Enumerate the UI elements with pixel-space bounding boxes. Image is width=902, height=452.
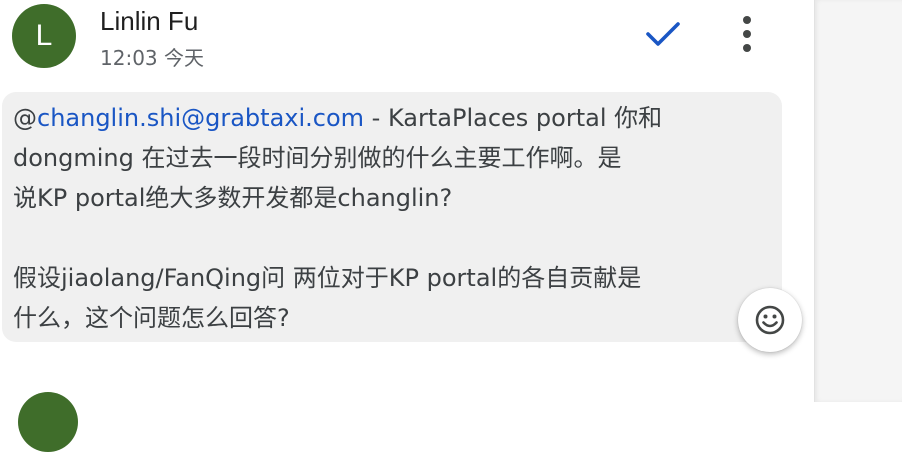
message-timestamp: 12:03 今天 xyxy=(100,46,204,70)
emoji-smile-icon xyxy=(755,305,785,335)
checkmark-icon xyxy=(646,22,680,46)
message-line-4: 假设jiaolang/FanQing问 两位对于KP portal的各自贡献是 xyxy=(13,264,642,292)
mark-done-button[interactable] xyxy=(640,14,686,54)
message-bubble: @changlin.shi@grabtaxi.com - KartaPlaces… xyxy=(2,92,782,342)
sender-name: Linlin Fu xyxy=(100,6,199,36)
add-reaction-button[interactable] xyxy=(738,288,802,352)
message-line-1-text: - KartaPlaces portal 你和 xyxy=(364,104,663,132)
message-line-2: dongming 在过去一段时间分别做的什么主要工作啊。是 xyxy=(13,144,622,172)
sender-avatar[interactable]: L xyxy=(12,4,76,68)
message-line-5: 什么，这个问题怎么回答? xyxy=(13,304,290,332)
mention-email-link[interactable]: changlin.shi@grabtaxi.com xyxy=(37,104,364,132)
more-options-button[interactable] xyxy=(730,12,764,56)
message-body: @changlin.shi@grabtaxi.com - KartaPlaces… xyxy=(13,98,765,338)
next-sender-avatar[interactable] xyxy=(18,392,78,452)
next-sender-name-partial xyxy=(100,396,164,408)
mention-prefix: @ xyxy=(13,104,37,132)
message-line-1: @changlin.shi@grabtaxi.com - KartaPlaces… xyxy=(13,98,765,138)
side-panel xyxy=(814,0,902,402)
sender-avatar-initial: L xyxy=(35,19,53,52)
chat-thread: L Linlin Fu 12:03 今天 @changlin.shi@grabt… xyxy=(0,0,814,452)
more-vert-icon xyxy=(743,16,751,52)
message-line-3: 说KP portal绝大多数开发都是changlin? xyxy=(13,184,453,212)
